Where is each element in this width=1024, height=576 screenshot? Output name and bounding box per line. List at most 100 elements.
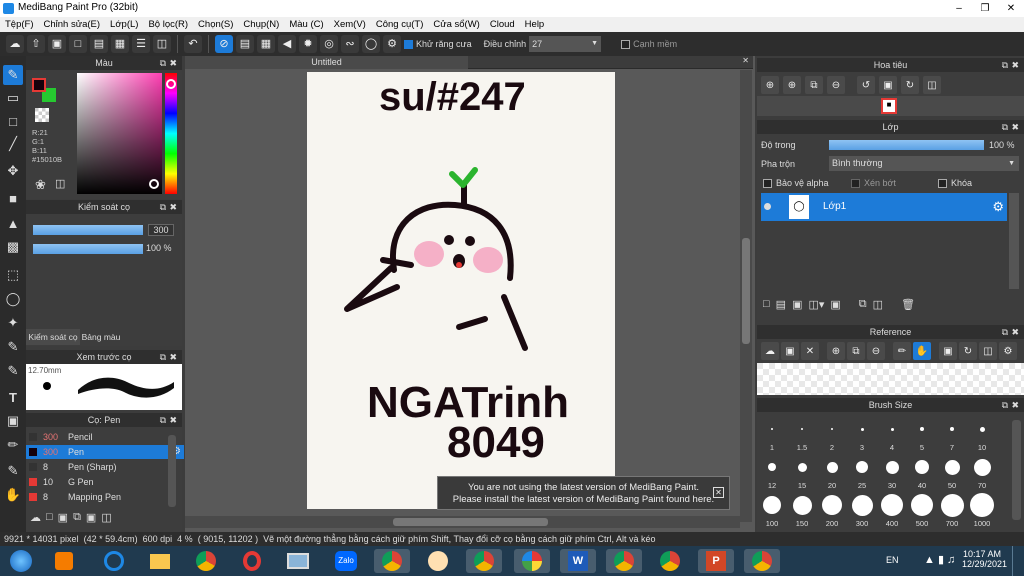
brush-size-option[interactable]: 10 (967, 418, 997, 454)
popout-icon[interactable]: ⧉ (160, 200, 166, 214)
menu-help[interactable]: Help (525, 19, 545, 30)
rotate-right-icon[interactable]: ↻ (901, 76, 919, 94)
layer-opacity-slider[interactable] (829, 140, 984, 150)
close-icon[interactable]: ✖ (169, 413, 177, 427)
start-button[interactable] (2, 549, 40, 573)
drawing-canvas[interactable]: su/#247 NGATrinh 8049 (307, 72, 615, 509)
canvas-close-icon[interactable]: ✕ (742, 56, 749, 65)
tab-brush-control[interactable]: Kiểm soát cọ (26, 329, 80, 345)
close-icon[interactable]: ✖ (1011, 120, 1019, 134)
zoom-fit-icon[interactable]: ⊕ (783, 76, 801, 94)
operation-tool-icon[interactable]: ▣ (3, 411, 23, 431)
taskbar-paint[interactable] (420, 549, 456, 573)
brush-size-option[interactable]: 100 (757, 494, 787, 530)
vanishing-snap-icon[interactable]: ◀ (278, 35, 296, 53)
comment-icon[interactable]: ▣ (48, 35, 66, 53)
brush-item-pen-sharp[interactable]: 8 Pen (Sharp) (26, 460, 184, 474)
foreground-color-swatch[interactable] (32, 78, 46, 92)
hand-dropper-icon[interactable]: ✎ (3, 461, 23, 481)
line-tool-icon[interactable]: ╱ (3, 134, 23, 154)
fill-rect-tool-icon[interactable]: ■ (3, 188, 23, 208)
menu-tools[interactable]: Công cụ(T) (376, 19, 424, 30)
navigator-thumbnail[interactable]: ■ (881, 98, 897, 114)
rotate-left-icon[interactable]: ↺ (857, 76, 875, 94)
radial-snap-icon[interactable]: ✹ (299, 35, 317, 53)
brush-size-option[interactable]: 3 (847, 418, 877, 454)
brush-size-option[interactable]: 70 (967, 456, 997, 492)
brush-size-option[interactable]: 12 (757, 456, 787, 492)
show-desktop-button[interactable] (1012, 546, 1024, 576)
taskbar-chrome-profile-3[interactable] (606, 549, 642, 573)
flip-icon[interactable]: ◫ (979, 342, 997, 360)
duplicate-icon[interactable]: ◫ (101, 511, 111, 527)
delete-layer-icon[interactable]: 🗑 (901, 298, 915, 311)
hand-tool-icon[interactable]: ✋ (3, 485, 23, 505)
taskbar-opera[interactable] (234, 549, 270, 573)
export-icon[interactable]: ◫ (153, 35, 171, 53)
brush-item-pen[interactable]: 300 Pen ⚙ (26, 445, 184, 459)
menu-edit[interactable]: Chỉnh sửa(E) (44, 19, 101, 30)
zoom-out-icon[interactable]: ⊖ (827, 76, 845, 94)
window-icon[interactable]: □ (69, 35, 87, 53)
upload-icon[interactable]: ⇧ (27, 35, 45, 53)
cross-snap-icon[interactable]: ▦ (257, 35, 275, 53)
select-eraser-tool-icon[interactable]: ✎ (3, 361, 23, 381)
picker-cursor[interactable] (149, 179, 159, 189)
close-icon[interactable]: ✖ (1011, 398, 1019, 412)
antialias-checkbox[interactable] (404, 39, 413, 49)
maximize-button[interactable]: ❐ (972, 0, 998, 17)
snap-off-icon[interactable]: ⊘ (215, 35, 233, 53)
clipping-option[interactable]: Xén bớt (851, 178, 896, 188)
popout-icon[interactable]: ⧉ (160, 350, 166, 364)
layer-folder-icon[interactable]: ▣ (830, 298, 840, 311)
taskbar-chrome-profile-1[interactable] (374, 549, 410, 573)
protect-alpha-checkbox[interactable] (763, 178, 772, 188)
layer-list-scrollbar[interactable] (1009, 193, 1019, 289)
popout-icon[interactable]: ⧉ (160, 413, 166, 427)
palette-icon[interactable]: ❀ (35, 177, 51, 193)
brush-opacity-slider[interactable] (33, 244, 143, 254)
menu-window[interactable]: Cửa sổ(W) (433, 19, 479, 30)
ellipse-snap-icon[interactable]: ◯ (362, 35, 380, 53)
hand-icon[interactable]: ✋ (913, 342, 931, 360)
menu-cloud[interactable]: Cloud (490, 19, 515, 30)
copy-brush-icon[interactable]: ⧉ (73, 511, 81, 527)
brush-size-option[interactable]: 30 (877, 456, 907, 492)
actual-size-icon[interactable]: ▣ (939, 342, 957, 360)
saturation-value-picker[interactable] (77, 73, 162, 194)
popout-icon[interactable]: ⧉ (1002, 120, 1008, 134)
close-button[interactable]: ✕ (998, 0, 1024, 17)
new-halftone-layer-icon[interactable]: ▤ (776, 298, 786, 311)
popout-icon[interactable]: ⧉ (1002, 398, 1008, 412)
hue-slider[interactable] (165, 73, 177, 194)
notice-close-icon[interactable]: ✕ (713, 487, 724, 498)
blend-mode-dropdown[interactable]: Bình thường ▼ (829, 156, 1019, 171)
rotate-icon[interactable]: ↻ (959, 342, 977, 360)
close-icon[interactable]: ✖ (169, 200, 177, 214)
taskbar-zalo[interactable]: Zalo (328, 549, 364, 573)
brush-item-mapping-pen[interactable]: 8 Mapping Pen (26, 490, 184, 504)
taskbar-word[interactable]: W (560, 549, 596, 573)
taskbar-media-player[interactable] (46, 549, 82, 573)
brush-size-option[interactable]: 5 (907, 418, 937, 454)
magic-wand-tool-icon[interactable]: ✦ (3, 313, 23, 333)
brush-size-option[interactable]: 50 (937, 456, 967, 492)
brush-size-option[interactable]: 20 (817, 456, 847, 492)
zoom-out-icon[interactable]: ⊖ (867, 342, 885, 360)
open-reference-icon[interactable]: ▣ (781, 342, 799, 360)
brush-size-option[interactable]: 4 (877, 418, 907, 454)
bucket-tool-icon[interactable]: ▲ (3, 213, 23, 233)
brush-size-option[interactable]: 1000 (967, 493, 997, 530)
transparent-swatch[interactable] (35, 108, 49, 122)
hue-cursor[interactable] (166, 79, 176, 89)
brush-item-pencil[interactable]: 300 Pencil (26, 430, 184, 444)
protect-alpha-option[interactable]: Bảo vệ alpha (763, 178, 829, 188)
taskbar-chrome-profile-2[interactable] (466, 549, 502, 573)
clipping-checkbox[interactable] (851, 178, 860, 188)
add-layer-menu-icon[interactable]: ◫▾ (808, 298, 824, 311)
taskbar-powerpoint[interactable]: P (698, 549, 734, 573)
fit-icon[interactable]: ⧉ (847, 342, 865, 360)
move-tool-icon[interactable]: ✥ (3, 161, 23, 181)
taskbar-explorer[interactable] (142, 549, 178, 573)
brush-size-option[interactable]: 400 (877, 494, 907, 530)
